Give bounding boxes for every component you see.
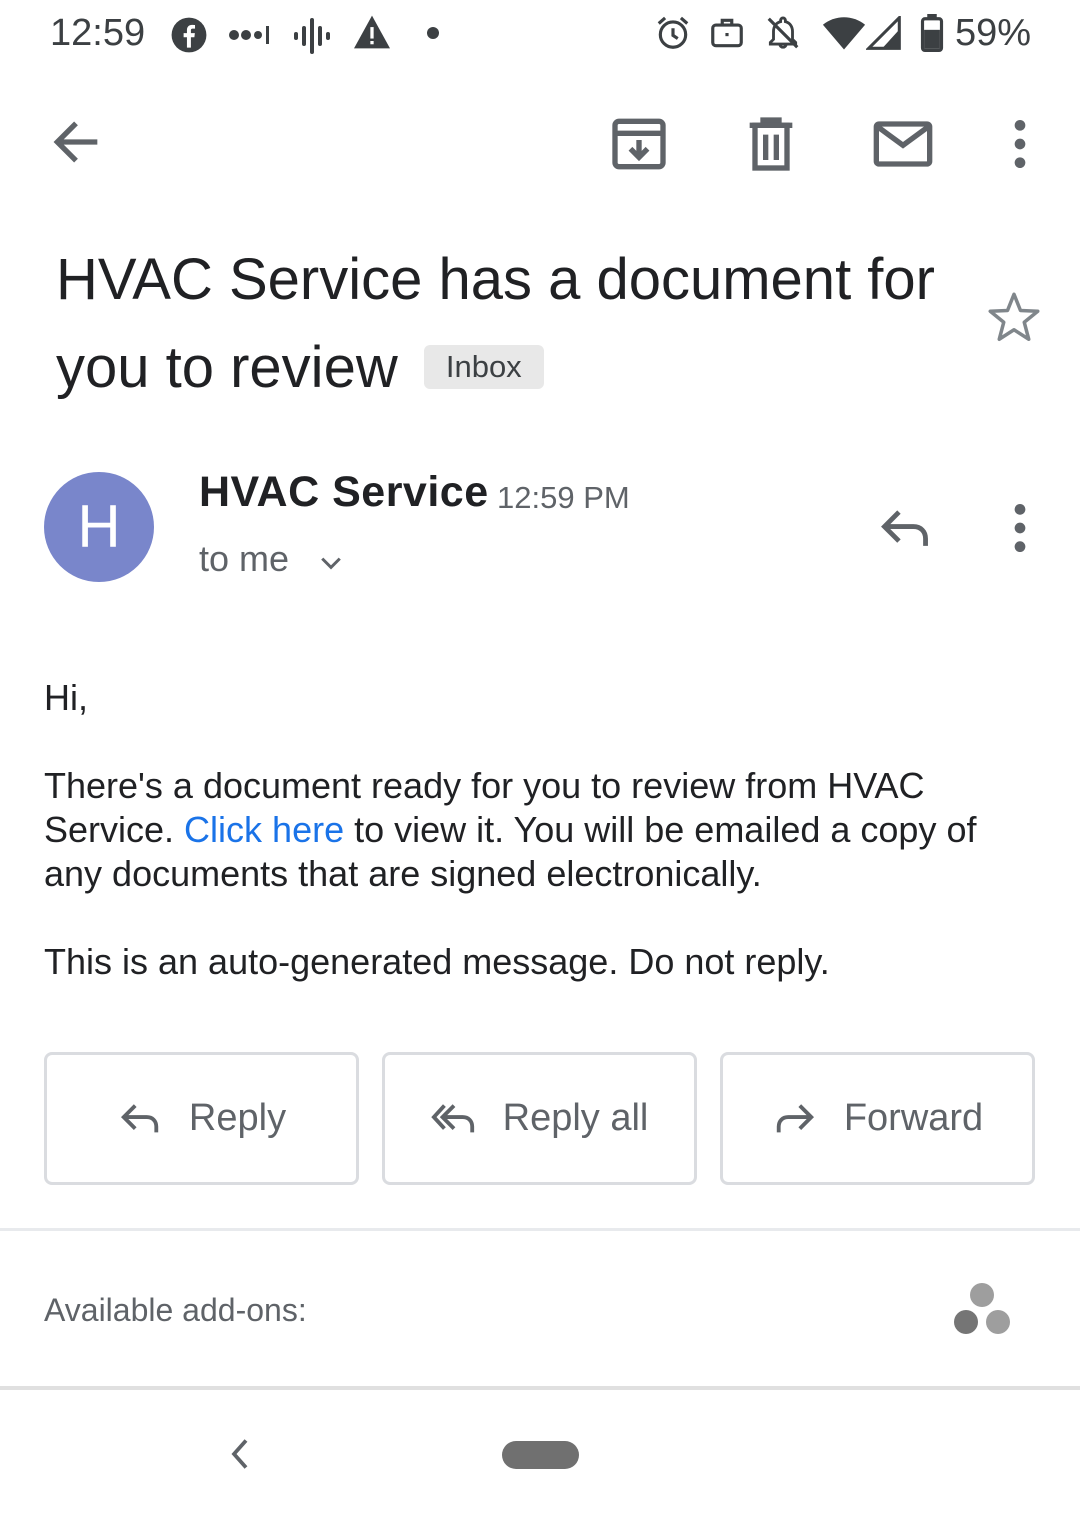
email-view: 12:59 59% HVAC Service has a document fo… [0,0,1080,1520]
status-bar: 12:59 59% [0,0,1080,70]
sender-avatar[interactable]: H [44,472,154,582]
alarm-icon [657,16,689,49]
reply-button[interactable]: Reply [44,1052,359,1185]
divider [0,1386,1080,1390]
nav-back-icon[interactable] [224,1436,256,1472]
reply-all-button[interactable]: Reply all [382,1052,697,1185]
email-time: 12:59 PM [497,480,630,515]
more-vert-icon[interactable] [988,112,1052,176]
reply-button-label: Reply [188,1097,287,1139]
more-vert-icon[interactable] [1000,500,1040,556]
recipient-details[interactable]: to me [199,538,289,580]
chevron-down-icon[interactable] [316,548,346,578]
nav-home-pill[interactable] [502,1441,579,1469]
back-arrow-icon[interactable] [44,110,108,174]
delete-icon[interactable] [739,112,803,176]
wifi-icon [822,17,866,50]
warning-icon [354,15,390,49]
reply-all-button-label: Reply all [502,1097,649,1139]
forward-button[interactable]: Forward [720,1052,1035,1185]
forward-icon [776,1103,814,1132]
email-body: Hi, There's a document ready for you to … [44,676,1034,1028]
addons-icon[interactable] [950,1280,1014,1340]
forward-button-label: Forward [843,1097,984,1139]
reply-all-icon [430,1103,474,1132]
body-paragraph: There's a document ready for you to revi… [44,764,1034,896]
closing-text: This is an auto-generated message. Do no… [44,941,830,982]
notifications-off-icon [767,16,799,49]
work-icon [711,18,743,48]
podcast-icon [294,18,330,54]
reply-icon[interactable] [876,500,934,558]
inbox-label-chip[interactable]: Inbox [423,345,544,389]
battery-icon [920,14,944,52]
addons-label: Available add-ons: [44,1292,307,1328]
sender-name: HVAC Service [199,468,489,516]
divider [0,1228,1080,1231]
facebook-icon [171,17,207,53]
mark-unread-icon[interactable] [871,112,935,176]
archive-icon[interactable] [607,112,671,176]
cell-signal-icon [866,16,901,50]
email-subject: HVAC Service has a document for you to r… [56,236,936,412]
status-time: 12:59 [50,12,146,54]
reply-icon [120,1103,159,1132]
star-icon[interactable] [984,288,1044,348]
click-here-link[interactable]: Click here [184,809,344,850]
battery-percentage: 59% [955,12,1032,54]
greeting: Hi, [44,677,88,718]
dot-icon [427,27,439,39]
signal-dots-icon [229,26,269,44]
